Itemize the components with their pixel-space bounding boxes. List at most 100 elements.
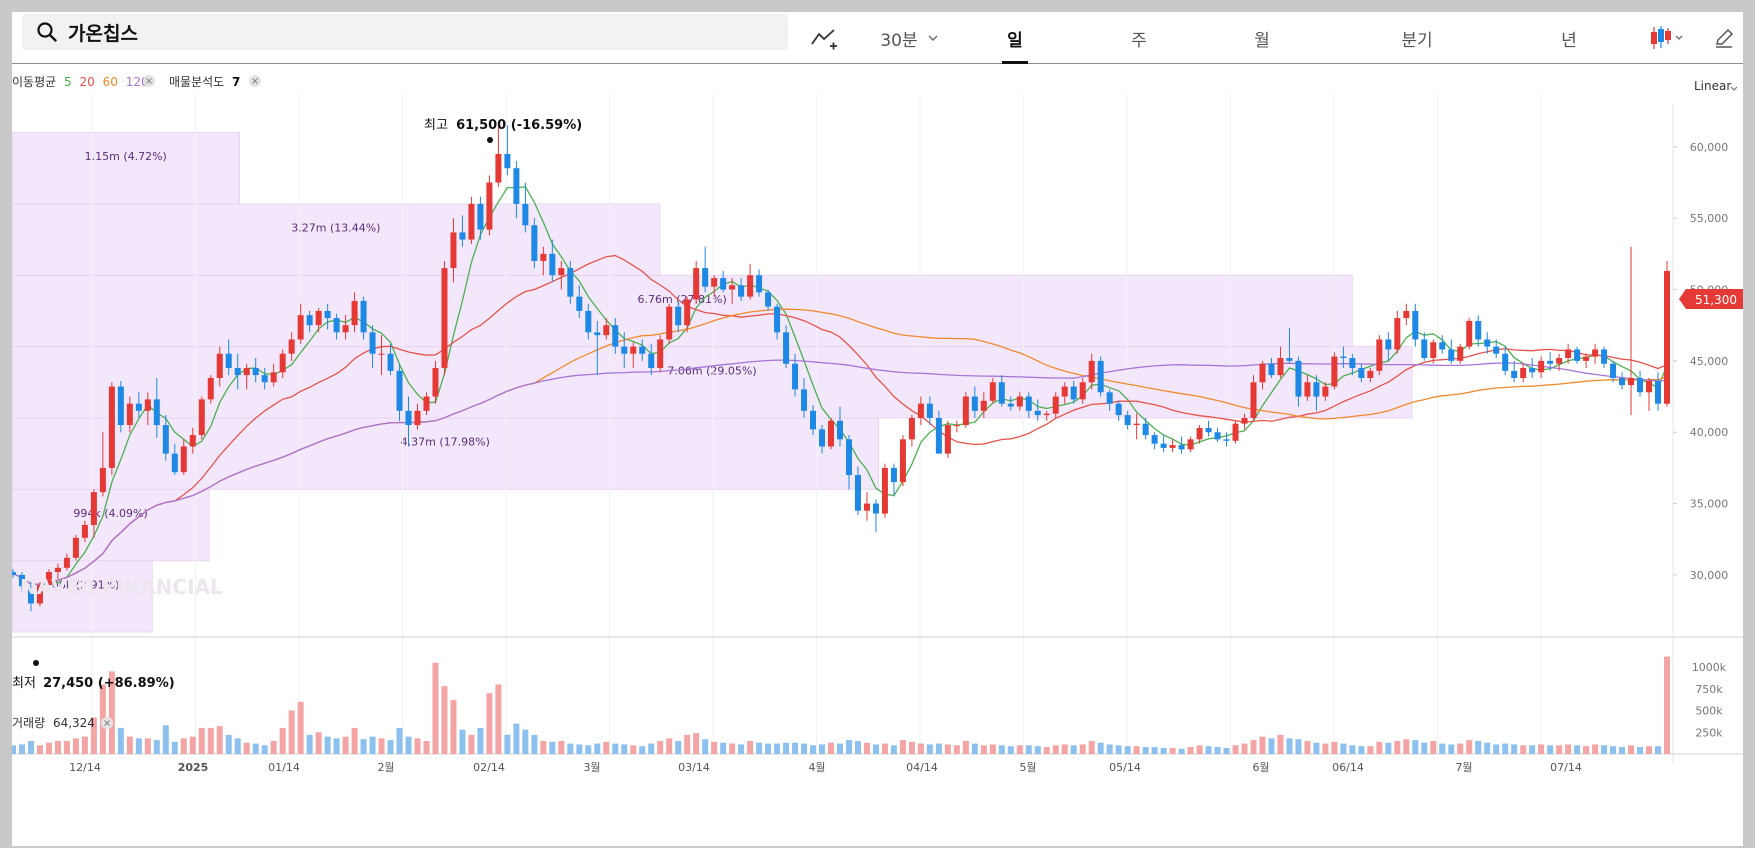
low-annotation: 최저 27,450 (+86.89%) bbox=[12, 660, 175, 691]
interval-select[interactable]: 30분 bbox=[870, 12, 950, 64]
volume-bar bbox=[1007, 746, 1014, 754]
tab-period-year[interactable]: 년 bbox=[1534, 12, 1604, 64]
volume-bar bbox=[324, 736, 331, 754]
volume-bar bbox=[1439, 743, 1446, 754]
high-annotation: 최고 61,500 (-16.59%) bbox=[424, 118, 582, 143]
volume-bar bbox=[603, 741, 610, 754]
price-chart[interactable]: 708k (2.91%)994k (4.09%)4.37m (17.98%)7.… bbox=[12, 64, 1743, 846]
time-tick-label: 02/14 bbox=[473, 761, 505, 774]
candle-body bbox=[1556, 358, 1563, 364]
volume-bar bbox=[657, 740, 664, 754]
candle-body bbox=[738, 285, 745, 297]
volume-profile-legend-label: 매물분석도 bbox=[169, 75, 224, 89]
volume-bar bbox=[441, 686, 448, 754]
candle-body bbox=[1610, 363, 1617, 378]
scale-mode-label: Linear bbox=[1694, 79, 1731, 93]
time-tick-label: 03/14 bbox=[678, 761, 710, 774]
candle-body bbox=[1601, 349, 1608, 364]
volume-tick-label: 1000k bbox=[1692, 661, 1727, 674]
volume-bar bbox=[1484, 742, 1491, 754]
draw-tool-icon[interactable] bbox=[802, 12, 848, 64]
candle-body bbox=[756, 275, 763, 293]
tab-period-quarter[interactable]: 분기 bbox=[1372, 12, 1462, 64]
candle-body bbox=[1646, 380, 1653, 393]
volume-bar bbox=[1250, 740, 1257, 754]
chart-type-select[interactable] bbox=[1638, 12, 1698, 64]
candle-body bbox=[935, 417, 942, 454]
candle-body bbox=[1385, 339, 1392, 350]
candle-body bbox=[1277, 358, 1284, 376]
ma-legend-close-icon[interactable] bbox=[143, 75, 155, 87]
candle-body bbox=[1439, 342, 1446, 350]
candle-body bbox=[459, 232, 466, 240]
candle-body bbox=[1565, 349, 1572, 359]
candle-body bbox=[1043, 413, 1050, 416]
volume-bar bbox=[1628, 745, 1635, 754]
candle-body bbox=[450, 232, 457, 269]
vp-legend-close-icon[interactable] bbox=[249, 75, 261, 87]
time-tick-label: 01/14 bbox=[268, 761, 300, 774]
volume-bar bbox=[953, 745, 960, 754]
candle-body bbox=[1358, 368, 1365, 378]
search-box[interactable]: 가온칩스 bbox=[22, 14, 788, 50]
candle-body bbox=[810, 410, 817, 430]
volume-bar bbox=[1268, 738, 1275, 754]
candle-body bbox=[648, 353, 655, 368]
candle-body bbox=[270, 372, 277, 383]
volume-bar bbox=[1295, 739, 1302, 754]
watermark-text: NAVER FINANCIAL bbox=[20, 575, 223, 599]
volume-bar bbox=[1214, 747, 1221, 754]
candle-body bbox=[666, 306, 673, 340]
candle-body bbox=[306, 315, 313, 326]
volume-bar bbox=[450, 700, 457, 754]
volume-bar bbox=[819, 744, 826, 754]
candle-body bbox=[531, 225, 538, 261]
volume-bar bbox=[288, 710, 295, 754]
search-icon[interactable] bbox=[36, 21, 58, 43]
candle-body bbox=[774, 306, 781, 333]
candle-body bbox=[1232, 423, 1239, 441]
volume-bar bbox=[1313, 742, 1320, 754]
candle-body bbox=[585, 310, 592, 333]
volume-profile-bar bbox=[12, 274, 1353, 348]
candle-body bbox=[1052, 396, 1059, 414]
candle-body bbox=[261, 375, 268, 383]
volume-bar bbox=[989, 744, 996, 754]
volume-legend-close-icon[interactable] bbox=[101, 717, 113, 729]
volume-profile-layer: 708k (2.91%)994k (4.09%)4.37m (17.98%)7.… bbox=[12, 132, 1413, 633]
candle-body bbox=[81, 524, 88, 538]
candle-body bbox=[908, 417, 915, 440]
volume-bar bbox=[720, 742, 727, 754]
candle-body bbox=[1061, 386, 1068, 397]
volume-bar bbox=[1655, 746, 1662, 754]
volume-bar bbox=[1646, 746, 1653, 754]
tab-period-month[interactable]: 월 bbox=[1227, 12, 1297, 64]
current-price-tag: 51,300 bbox=[1679, 289, 1743, 309]
volume-bar bbox=[72, 738, 79, 754]
volume-bar bbox=[468, 734, 475, 754]
volume-bar bbox=[153, 740, 160, 754]
candle-body bbox=[144, 399, 151, 411]
candle-body bbox=[1349, 358, 1356, 368]
volume-bar bbox=[863, 742, 870, 754]
candle-body bbox=[675, 306, 682, 326]
volume-bar bbox=[1466, 740, 1473, 754]
volume-bar bbox=[594, 743, 601, 754]
volume-bar bbox=[1016, 745, 1023, 754]
volume-bar bbox=[486, 693, 493, 754]
volume-bar bbox=[1277, 734, 1284, 754]
tab-period-day[interactable]: 일 bbox=[980, 12, 1050, 64]
volume-bar bbox=[432, 662, 439, 754]
candle-body bbox=[126, 403, 133, 426]
candle-body bbox=[630, 346, 637, 354]
candle-body bbox=[1268, 363, 1275, 376]
search-input-value[interactable]: 가온칩스 bbox=[68, 19, 138, 46]
scale-mode-select[interactable]: Linear bbox=[1694, 79, 1738, 93]
top-toolbar: 가온칩스 30분 일 주 월 분기 년 bbox=[12, 12, 1743, 64]
candle-body bbox=[396, 370, 403, 411]
tab-period-week[interactable]: 주 bbox=[1104, 12, 1174, 64]
candle-body bbox=[594, 332, 601, 336]
volume-bar bbox=[854, 740, 861, 754]
edit-pencil-icon[interactable] bbox=[1708, 12, 1740, 64]
candle-body bbox=[603, 325, 610, 336]
